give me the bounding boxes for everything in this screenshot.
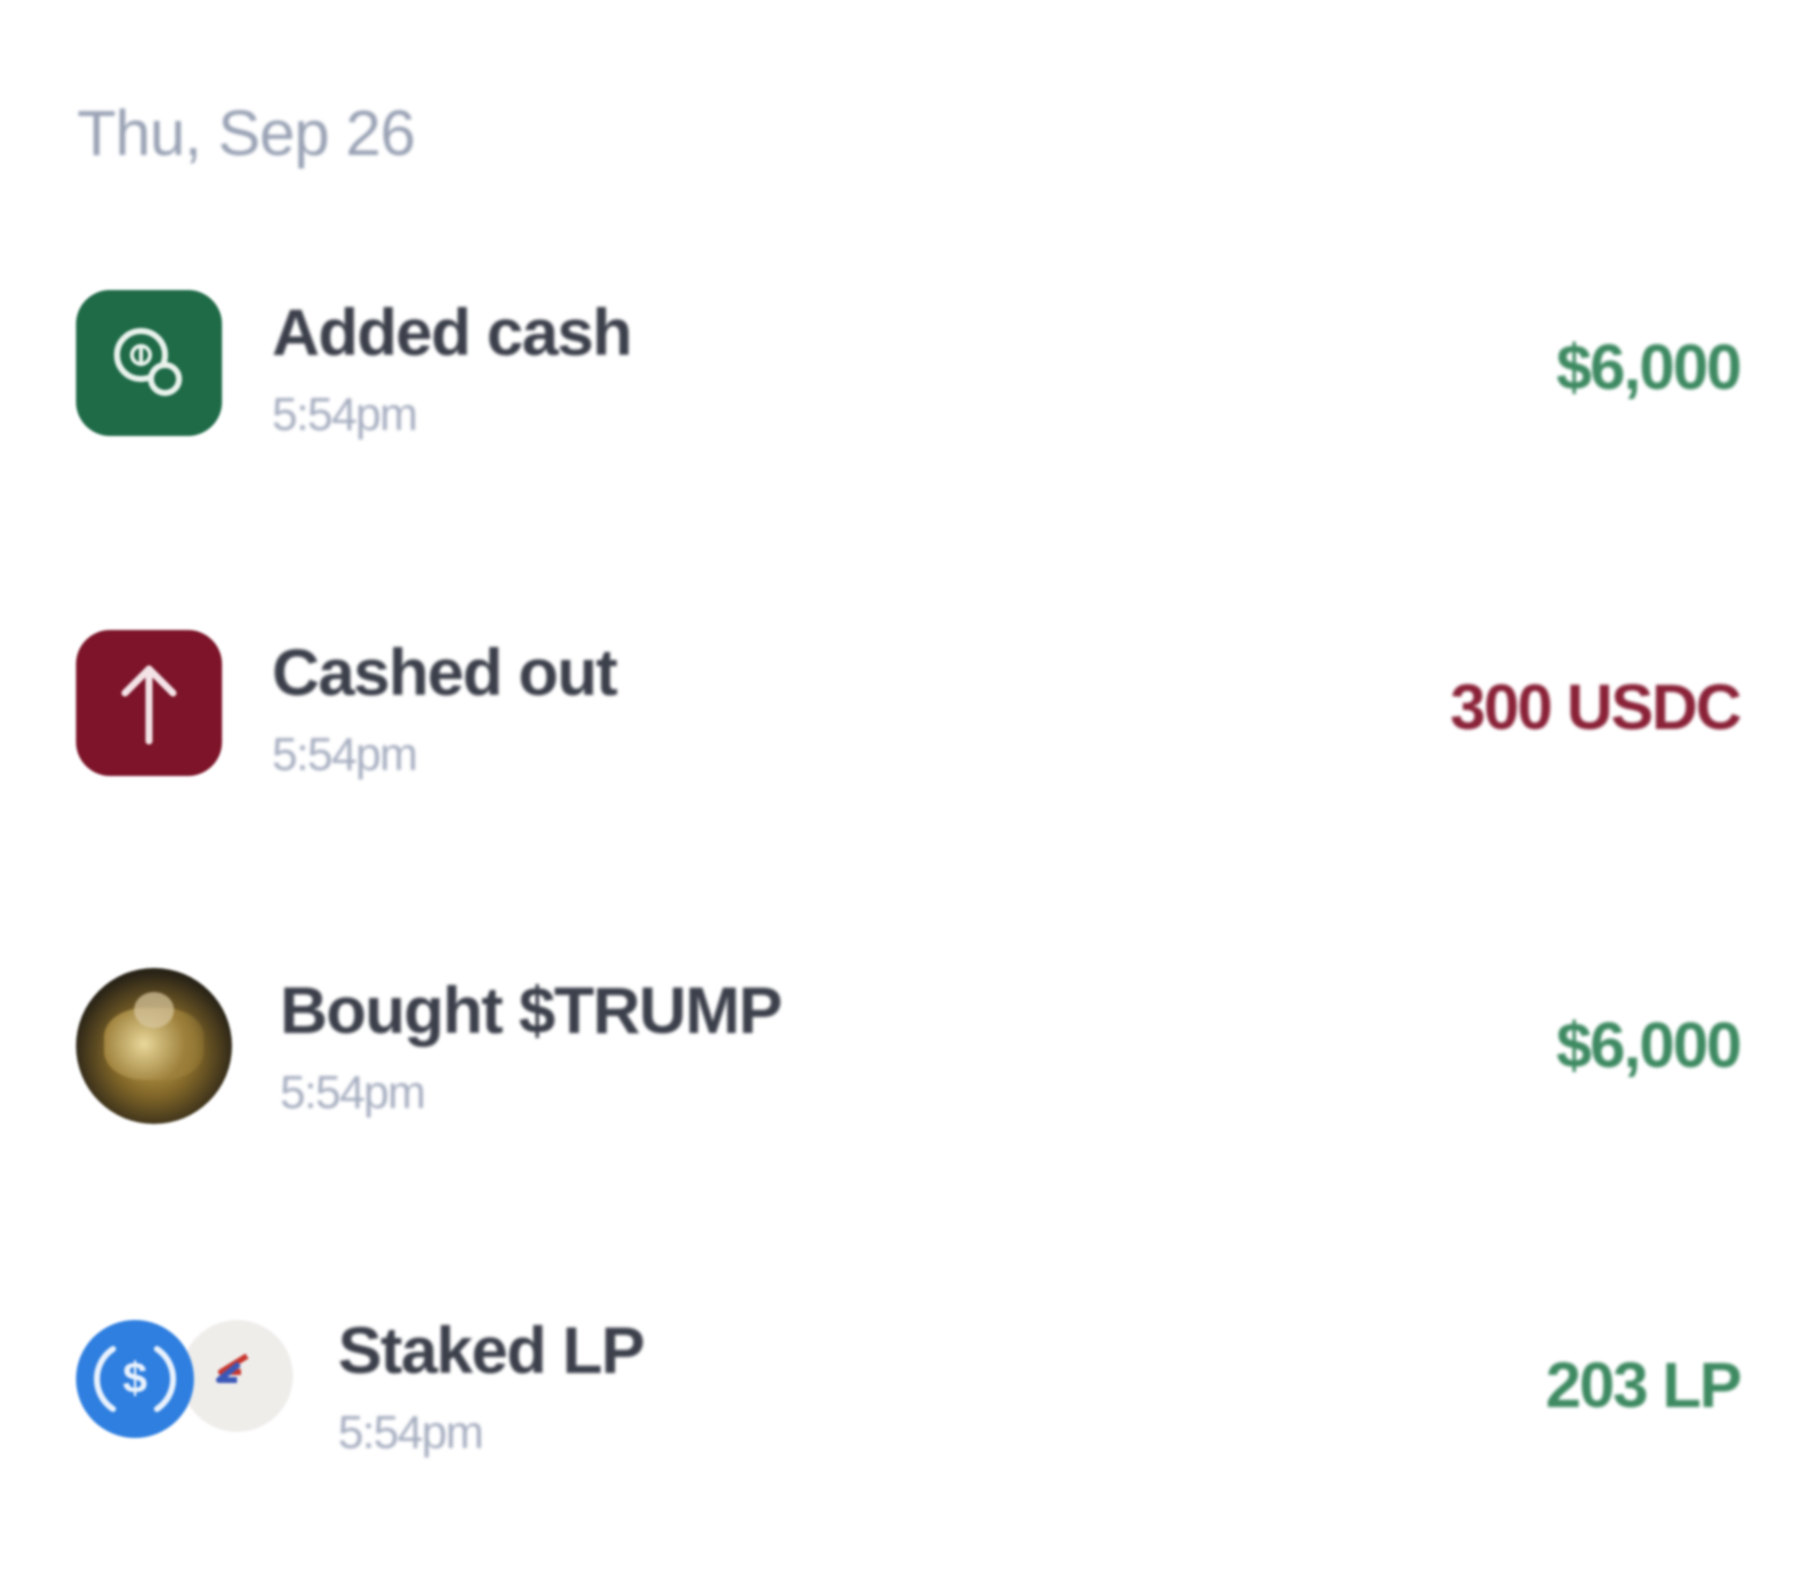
transaction-row-bought-trump[interactable]: Bought $TRUMP 5:54pm $6,000: [76, 968, 1742, 1128]
trump-token-icon: [76, 968, 232, 1124]
transaction-row-added-cash[interactable]: Added cash 5:54pm $6,000: [76, 290, 1742, 450]
svg-text:$: $: [123, 1354, 147, 1403]
transaction-title: Bought $TRUMP: [280, 973, 783, 1047]
transaction-amount: 300 USDC: [1450, 671, 1742, 743]
coins-icon: [76, 290, 226, 440]
transaction-time: 5:54pm: [272, 728, 418, 780]
transaction-row-staked-lp[interactable]: $ Staked LP 5:54pm 203 LP: [76, 1308, 1742, 1468]
transaction-title: Cashed out: [272, 635, 618, 709]
transaction-row-cashed-out[interactable]: Cashed out 5:54pm 300 USDC: [76, 630, 1742, 790]
transaction-title: Staked LP: [338, 1313, 645, 1387]
transaction-time: 5:54pm: [272, 388, 418, 440]
transaction-amount: $6,000: [1556, 331, 1742, 403]
transaction-amount: 203 LP: [1545, 1349, 1742, 1421]
transaction-amount: $6,000: [1556, 1009, 1742, 1081]
arrow-up-icon: [76, 630, 226, 780]
usdc-lp-pair-icon: $: [76, 1308, 296, 1458]
transaction-title: Added cash: [272, 295, 633, 369]
date-heading: Thu, Sep 26: [77, 97, 416, 169]
transaction-time: 5:54pm: [338, 1406, 484, 1458]
transaction-time: 5:54pm: [280, 1066, 426, 1118]
